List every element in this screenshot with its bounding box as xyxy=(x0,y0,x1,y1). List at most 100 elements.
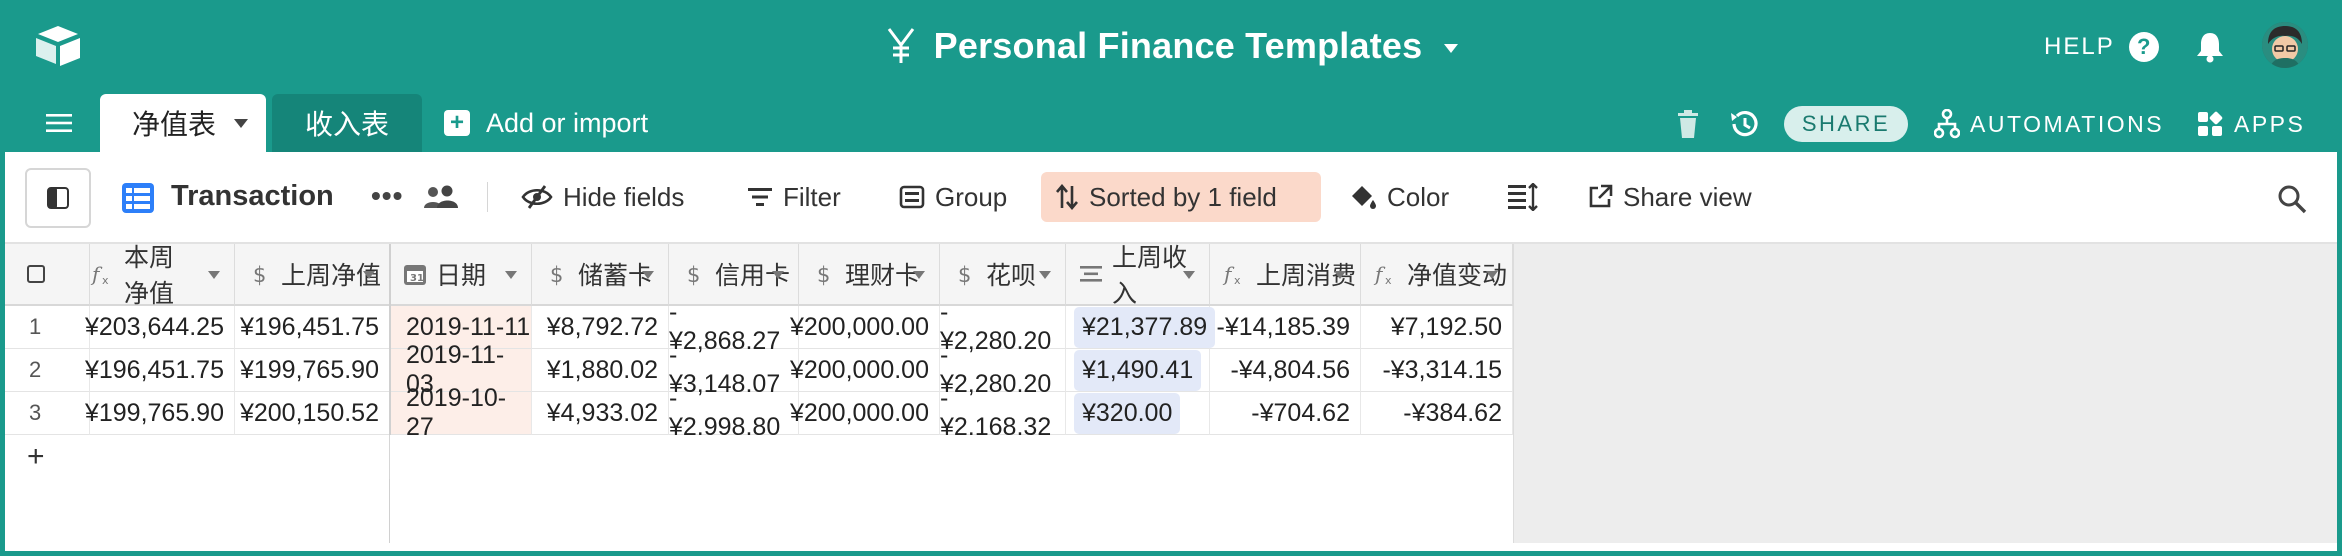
column-header[interactable]: 31 日期 xyxy=(390,244,532,306)
table-cell[interactable]: -¥2,998.80 xyxy=(669,384,799,441)
table-cell[interactable]: ¥203,644.25 xyxy=(85,306,235,349)
table-cell[interactable]: ¥200,000.00 xyxy=(790,349,940,392)
table-cell[interactable]: ¥200,000.00 xyxy=(790,306,940,349)
svg-text:$: $ xyxy=(958,263,971,287)
table-cell[interactable]: ¥199,765.90 xyxy=(235,349,390,392)
table-cell[interactable]: ¥196,451.75 xyxy=(85,349,235,392)
data-grid: f x 本周净值 $ 上周净值 31 日期 $ 储蓄卡 $ 信用卡 $ 理财卡 $ 花呗 上周收入 f x 上周消费… xyxy=(5,244,2337,551)
base-title-button[interactable]: Personal Finance Templates xyxy=(884,25,1459,67)
column-header[interactable]: f x 本周净值 xyxy=(90,244,235,308)
chevron-down-icon[interactable] xyxy=(234,119,248,128)
currency-icon: $ xyxy=(811,261,845,287)
table-cell[interactable]: 2019-10-27 xyxy=(390,384,532,441)
currency-icon: $ xyxy=(952,261,986,287)
table-cell[interactable]: -¥704.62 xyxy=(1210,392,1361,435)
svg-text:31: 31 xyxy=(410,273,424,284)
sort-icon xyxy=(1056,184,1078,210)
chevron-down-icon[interactable] xyxy=(642,271,654,279)
row-number[interactable]: 2 xyxy=(5,349,90,392)
collaborators-icon[interactable] xyxy=(423,185,459,209)
table-cell[interactable]: -¥14,185.39 xyxy=(1210,306,1361,349)
table-cell[interactable]: ¥1,490.41 xyxy=(1066,349,1210,392)
column-header[interactable]: f x 净值变动 xyxy=(1361,244,1513,306)
table-cell[interactable]: ¥1,880.02 xyxy=(532,349,669,392)
chevron-down-icon[interactable] xyxy=(1334,271,1346,279)
tab-label: 净值表 xyxy=(132,109,217,140)
chevron-down-icon[interactable] xyxy=(772,271,784,279)
currency-icon: $ xyxy=(247,261,281,287)
svg-text:x: x xyxy=(1234,274,1241,287)
formula-icon: fx xyxy=(90,261,124,287)
table-cell[interactable]: ¥21,377.89 xyxy=(1066,306,1216,349)
add-or-import-label: Add or import xyxy=(486,107,649,138)
select-all-checkbox[interactable] xyxy=(27,265,45,283)
table-cell[interactable]: ¥320.00 xyxy=(1066,392,1210,435)
column-header[interactable]: f x 上周消费 xyxy=(1210,244,1361,306)
table-cell[interactable]: -¥2,168.32 xyxy=(940,384,1066,441)
row-number[interactable]: 1 xyxy=(5,306,90,349)
chevron-down-icon[interactable] xyxy=(1486,271,1498,279)
search-icon[interactable] xyxy=(2277,184,2307,214)
help-button[interactable]: HELP ? xyxy=(2044,30,2159,64)
table-cell[interactable]: ¥8,792.72 xyxy=(532,306,669,349)
chevron-down-icon[interactable] xyxy=(913,271,925,279)
more-options-icon[interactable]: ••• xyxy=(371,180,403,212)
history-icon[interactable] xyxy=(1728,108,1760,140)
sidebar-toggle-button[interactable] xyxy=(25,168,91,228)
sort-button[interactable]: Sorted by 1 field xyxy=(1041,172,1321,222)
table-cell[interactable]: ¥4,933.02 xyxy=(532,392,669,435)
chevron-down-icon[interactable] xyxy=(505,271,517,279)
column-header[interactable]: $ 理财卡 xyxy=(799,244,940,306)
apps-label: APPS xyxy=(2234,110,2306,137)
calendar-icon: 31 xyxy=(402,261,436,287)
table-cell[interactable]: -¥384.62 xyxy=(1361,392,1513,435)
apps-button[interactable]: APPS xyxy=(2196,106,2305,142)
chevron-down-icon xyxy=(1444,43,1459,53)
chevron-down-icon[interactable] xyxy=(1039,271,1051,279)
table-cell[interactable]: ¥7,192.50 xyxy=(1361,306,1513,349)
share-view-button[interactable]: Share view xyxy=(1573,172,1766,222)
share-button[interactable]: SHARE xyxy=(1784,106,1908,142)
column-header[interactable]: $ 信用卡 xyxy=(669,244,799,306)
svg-text:x: x xyxy=(102,274,109,287)
tab-income-table[interactable]: 收入表 xyxy=(272,94,422,152)
row-number[interactable]: 3 xyxy=(5,392,90,435)
avatar[interactable] xyxy=(2262,22,2308,68)
table-cell[interactable]: ¥196,451.75 xyxy=(235,306,390,349)
table-cell[interactable]: -¥4,804.56 xyxy=(1210,349,1361,392)
bell-icon[interactable] xyxy=(2194,30,2226,64)
chevron-down-icon[interactable] xyxy=(363,271,375,279)
column-header-label: 日期 xyxy=(436,262,487,290)
automations-button[interactable]: AUTOMATIONS xyxy=(1934,106,2164,142)
trash-icon[interactable] xyxy=(1676,109,1700,139)
column-header[interactable]: 上周收入 xyxy=(1066,244,1210,308)
hide-fields-button[interactable]: Hide fields xyxy=(507,172,698,222)
view-name[interactable]: Transaction xyxy=(171,180,334,213)
row-height-button[interactable] xyxy=(1493,172,1553,222)
table-cell[interactable]: -¥3,314.15 xyxy=(1361,349,1513,392)
grid-view-icon xyxy=(122,183,154,213)
chevron-down-icon[interactable] xyxy=(208,271,220,279)
column-header[interactable]: $ 上周净值 xyxy=(235,244,390,306)
svg-text:x: x xyxy=(1385,274,1392,287)
color-button[interactable]: Color xyxy=(1335,172,1463,222)
chevron-down-icon[interactable] xyxy=(1183,271,1195,279)
menu-icon[interactable] xyxy=(46,114,72,132)
table-cell[interactable]: ¥200,150.52 xyxy=(235,392,390,435)
column-header[interactable]: $ 储蓄卡 xyxy=(532,244,669,306)
table-cell[interactable]: ¥200,000.00 xyxy=(790,392,940,435)
table-tab-bar: 净值表 收入表 + Add or import SHARE AUTOMATION… xyxy=(0,92,2342,152)
column-header-label: 理财卡 xyxy=(845,262,921,290)
add-record-button[interactable]: + xyxy=(5,435,390,479)
tab-active-table[interactable]: 净值表 xyxy=(100,94,266,152)
rollup-value-pill: ¥320.00 xyxy=(1074,392,1181,434)
column-header[interactable]: $ 花呗 xyxy=(940,244,1066,306)
filter-button[interactable]: Filter xyxy=(733,172,855,222)
grid-empty-area xyxy=(1567,244,2337,543)
group-button[interactable]: Group xyxy=(885,172,1021,222)
group-icon xyxy=(899,185,925,209)
add-or-import-button[interactable]: + Add or import xyxy=(444,94,648,152)
group-label: Group xyxy=(935,181,1008,212)
yen-icon xyxy=(887,28,914,63)
table-cell[interactable]: ¥199,765.90 xyxy=(85,392,235,435)
